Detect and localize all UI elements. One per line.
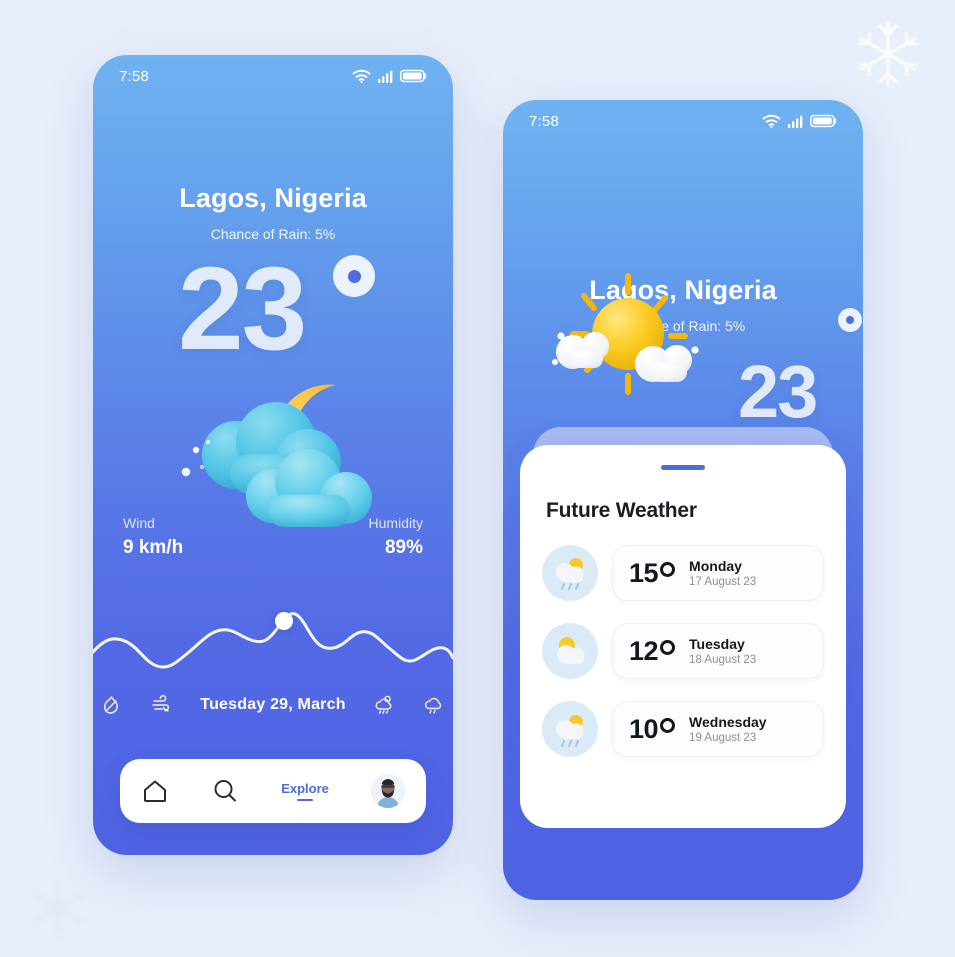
cloud-rain-outline-icon[interactable]	[422, 693, 446, 717]
battery-icon	[400, 69, 427, 83]
snowflake-bottom-left	[32, 879, 84, 937]
search-icon	[214, 780, 237, 802]
current-date-label: Tuesday 29, March	[200, 696, 346, 713]
list-item[interactable]: 10 Wednesday 19 August 23	[520, 701, 846, 757]
fire-outline-icon[interactable]	[100, 693, 124, 717]
degree-symbol-icon	[838, 308, 862, 332]
sun-cloud-rain-icon	[542, 701, 598, 757]
metric-value: 89%	[384, 537, 423, 558]
wifi-icon	[762, 114, 781, 128]
status-bar: 7:58	[503, 100, 863, 142]
metric-label: Humidity	[368, 515, 423, 531]
forecast-temperature: 10	[629, 714, 676, 745]
date-row: Tuesday 29, March	[93, 690, 453, 720]
moon-clouds-night-icon	[181, 384, 372, 527]
signal-icon	[788, 115, 803, 128]
sun-cloud-icon	[542, 623, 598, 679]
forecast-card[interactable]: 12 Tuesday 18 August 23	[612, 623, 824, 679]
bottom-nav-bar: Explore	[120, 759, 426, 823]
forecast-day: Wednesday	[689, 714, 767, 730]
list-item[interactable]: 12 Tuesday 18 August 23	[520, 623, 846, 679]
current-temperature: 23	[738, 350, 818, 433]
status-time: 7:58	[529, 112, 559, 130]
wifi-icon	[352, 69, 371, 83]
metrics-row: Wind 9 km/h Humidity 89%	[93, 515, 453, 559]
page-title: Lagos, Nigeria	[179, 183, 367, 213]
metric-wind: Wind 9 km/h	[123, 515, 183, 559]
home-icon	[144, 780, 167, 802]
nav-home-button[interactable]	[141, 777, 169, 805]
degree-symbol-icon	[333, 255, 375, 297]
snowflake-top-right	[858, 21, 918, 87]
forecast-card[interactable]: 10 Wednesday 19 August 23	[612, 701, 824, 757]
battery-icon	[810, 114, 837, 128]
future-weather-sheet: Future Weather 15 Monday 17 August 23 12…	[520, 445, 846, 828]
forecast-day: Monday	[689, 558, 742, 574]
degree-symbol-icon	[660, 561, 676, 577]
status-bar: 7:58	[93, 55, 453, 97]
metric-label: Wind	[123, 515, 155, 531]
forecast-day: Tuesday	[689, 636, 745, 652]
degree-symbol-icon	[660, 639, 676, 655]
forecast-card[interactable]: 15 Monday 17 August 23	[612, 545, 824, 601]
sheet-title: Future Weather	[546, 499, 697, 522]
temperature-wave-chart	[93, 612, 453, 669]
forecast-temperature: 15	[629, 558, 676, 589]
sun-cloud-rain-outline-icon[interactable]	[372, 693, 396, 717]
forecast-temperature: 12	[629, 636, 676, 667]
nav-explore-label: Explore	[281, 781, 329, 796]
phone-screen-home: 7:58 Lagos, Nigeria Chance of Rain: 5% 2…	[93, 55, 453, 855]
nav-explore-button[interactable]: Explore	[281, 781, 329, 801]
nav-profile-button[interactable]	[370, 774, 405, 808]
wave-marker-dot	[275, 612, 293, 630]
nav-active-indicator	[297, 799, 314, 801]
forecast-date: 18 August 23	[689, 654, 757, 666]
metric-humidity: Humidity 89%	[369, 515, 423, 559]
status-time: 7:58	[119, 67, 149, 85]
degree-symbol-icon	[660, 717, 676, 733]
drag-handle[interactable]	[661, 465, 705, 470]
phone-screen-forecast: 7:58 Lagos, Nigeria Chance of Rain: 5% 2…	[503, 100, 863, 900]
nav-search-button[interactable]	[211, 777, 239, 805]
list-item[interactable]: 15 Monday 17 August 23	[520, 545, 846, 601]
wind-outline-icon[interactable]	[150, 693, 174, 717]
avatar	[370, 774, 405, 808]
metric-value: 9 km/h	[123, 537, 184, 558]
forecast-date: 19 August 23	[689, 732, 757, 744]
sun-clouds-day-icon	[552, 273, 699, 395]
forecast-date: 17 August 23	[689, 576, 757, 588]
sun-cloud-rain-icon	[542, 545, 598, 601]
rain-chance-label: Chance of Rain: 5%	[210, 226, 336, 242]
forecast-list: 15 Monday 17 August 23 12 Tuesday 18 Aug…	[520, 545, 846, 779]
signal-icon	[378, 70, 393, 83]
